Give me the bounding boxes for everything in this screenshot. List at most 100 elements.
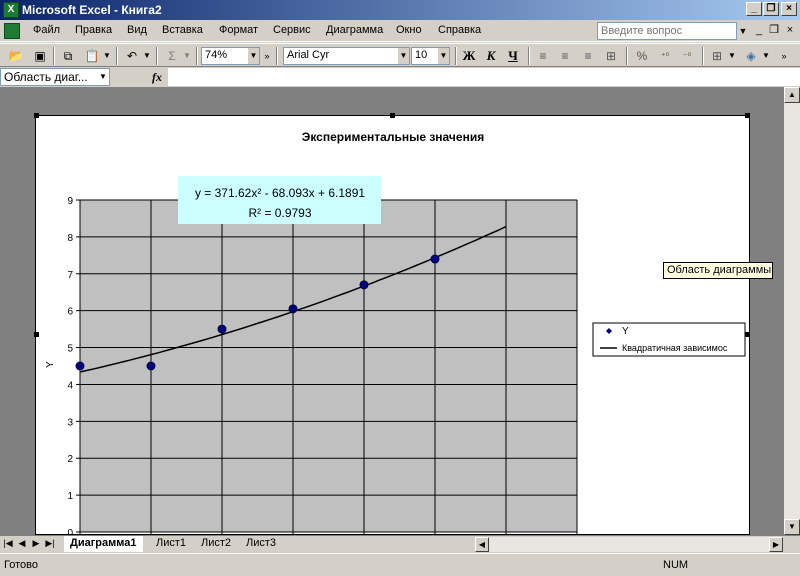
fill-color-icon[interactable]: ◈ bbox=[741, 47, 761, 65]
paste-dropdown-icon[interactable]: ▼ bbox=[102, 47, 112, 65]
percent-style-button[interactable]: % bbox=[632, 47, 652, 65]
document-icon[interactable] bbox=[4, 23, 20, 39]
y-axis-label[interactable]: Y bbox=[45, 361, 56, 368]
more-buttons-icon[interactable]: » bbox=[778, 47, 790, 65]
scroll-left-icon[interactable]: ◀ bbox=[475, 537, 489, 552]
toolbar-separator bbox=[156, 47, 158, 65]
scroll-up-icon[interactable]: ▲ bbox=[784, 87, 800, 103]
menu-window[interactable]: Окно bbox=[396, 24, 422, 36]
chart-area-tooltip: Область диаграммы bbox=[663, 262, 773, 279]
data-point[interactable] bbox=[359, 280, 369, 290]
menu-format[interactable]: Формат bbox=[219, 24, 258, 36]
font-select[interactable]: Arial Cyr ▼ bbox=[283, 47, 410, 65]
help-question-input[interactable] bbox=[597, 22, 737, 40]
standard-toolbar: 📂 ▣ ⧉ 📋 ▼ ↶ ▼ Σ ▼ 74% ▼ » Arial Cyr ▼ 10… bbox=[0, 43, 800, 67]
decrease-decimal-icon[interactable]: ⁻⁰ bbox=[677, 47, 697, 65]
window-title: Microsoft Excel - Книга2 bbox=[22, 3, 162, 17]
zoom-value: 74% bbox=[205, 49, 228, 61]
menu-tools[interactable]: Сервис bbox=[273, 24, 311, 36]
last-sheet-icon[interactable]: ▶| bbox=[44, 538, 56, 549]
y-tick-label: 9 bbox=[67, 196, 73, 207]
bold-button[interactable]: Ж bbox=[459, 47, 479, 65]
undo-dropdown-icon[interactable]: ▼ bbox=[142, 47, 152, 65]
toolbar-separator bbox=[455, 47, 457, 65]
toolbar-separator bbox=[702, 47, 704, 65]
formula-input[interactable] bbox=[168, 68, 800, 86]
menu-help[interactable]: Справка bbox=[438, 24, 481, 36]
undo-icon[interactable]: ↶ bbox=[122, 47, 142, 65]
paste-icon[interactable]: 📋 bbox=[82, 47, 102, 65]
maximize-button[interactable]: ❐ bbox=[763, 2, 779, 16]
menu-view[interactable]: Вид bbox=[127, 24, 147, 36]
horizontal-scrollbar[interactable]: ◀ ▶ bbox=[475, 537, 783, 552]
scroll-right-icon[interactable]: ▶ bbox=[769, 537, 783, 552]
chart-sheet-workspace: Экспериментальные значения 0.150.160.170… bbox=[0, 87, 784, 535]
next-sheet-icon[interactable]: ▶ bbox=[30, 538, 42, 549]
autosum-dropdown-icon[interactable]: ▼ bbox=[182, 47, 192, 65]
y-tick-label: 5 bbox=[67, 344, 73, 355]
doc-minimize-button[interactable]: _ bbox=[752, 23, 766, 37]
data-point[interactable] bbox=[288, 304, 298, 314]
menu-chart[interactable]: Диаграмма bbox=[326, 24, 383, 36]
tab-diagramma1[interactable]: Диаграмма1 bbox=[64, 536, 143, 552]
tab-list3[interactable]: Лист3 bbox=[240, 536, 283, 552]
chevron-down-icon[interactable]: ▼ bbox=[248, 48, 259, 64]
name-box[interactable]: Область диаг... ▼ bbox=[0, 68, 110, 86]
fill-dropdown-icon[interactable]: ▼ bbox=[761, 47, 771, 65]
sheet-tabs-bar: |◀ ◀ ▶ ▶| Диаграмма1 Лист1 Лист2 Лист3 ◀… bbox=[0, 535, 800, 552]
data-point[interactable] bbox=[430, 254, 440, 264]
menu-file[interactable]: Файл bbox=[33, 24, 60, 36]
scroll-down-icon[interactable]: ▼ bbox=[784, 519, 800, 535]
chevron-down-icon[interactable]: ▼ bbox=[398, 48, 409, 64]
data-point[interactable] bbox=[217, 324, 227, 334]
resize-handle[interactable] bbox=[390, 113, 395, 118]
chevron-down-icon[interactable]: ▼ bbox=[438, 48, 449, 64]
vertical-scrollbar[interactable]: ▲ ▼ bbox=[784, 87, 800, 535]
font-size-select[interactable]: 10 ▼ bbox=[411, 47, 450, 65]
zoom-select[interactable]: 74% ▼ bbox=[201, 47, 260, 65]
underline-button[interactable]: Ч bbox=[503, 47, 523, 65]
doc-restore-button[interactable]: ❐ bbox=[767, 23, 781, 37]
open-folder-icon[interactable]: 📂 bbox=[6, 47, 26, 65]
increase-decimal-icon[interactable]: ⁺⁰ bbox=[655, 47, 675, 65]
chart-title[interactable]: Экспериментальные значения bbox=[302, 130, 484, 144]
chart-svg[interactable]: Экспериментальные значения 0.150.160.170… bbox=[36, 116, 751, 535]
resize-handle[interactable] bbox=[34, 332, 39, 337]
menu-insert[interactable]: Вставка bbox=[162, 24, 203, 36]
chevron-down-icon[interactable]: ▼ bbox=[97, 69, 109, 85]
toolbar-separator bbox=[196, 47, 198, 65]
merge-center-icon[interactable]: ⊞ bbox=[601, 47, 621, 65]
data-point[interactable] bbox=[146, 361, 156, 371]
first-sheet-icon[interactable]: |◀ bbox=[2, 538, 14, 549]
name-box-value: Область диаг... bbox=[4, 70, 88, 84]
toolbar-separator bbox=[116, 47, 118, 65]
chart-area[interactable]: Экспериментальные значения 0.150.160.170… bbox=[35, 115, 750, 535]
resize-handle[interactable] bbox=[745, 332, 750, 337]
minimize-button[interactable]: _ bbox=[746, 2, 762, 16]
menu-edit[interactable]: Правка bbox=[75, 24, 112, 36]
align-left-icon[interactable]: ≡ bbox=[533, 47, 553, 65]
autosum-icon[interactable]: Σ bbox=[162, 47, 182, 65]
doc-close-button[interactable]: × bbox=[783, 23, 797, 37]
function-icon[interactable]: fx bbox=[152, 70, 162, 85]
chart-legend[interactable]: Y Квадратичная зависимос bbox=[592, 322, 746, 357]
status-num-lock: NUM bbox=[663, 559, 689, 571]
data-point[interactable] bbox=[75, 361, 85, 371]
italic-button[interactable]: К bbox=[481, 47, 501, 65]
save-icon[interactable]: ▣ bbox=[30, 47, 50, 65]
tab-list1[interactable]: Лист1 bbox=[150, 536, 193, 552]
copy-icon[interactable]: ⧉ bbox=[58, 47, 78, 65]
help-dropdown-arrow[interactable]: ▼ bbox=[737, 22, 749, 40]
resize-handle[interactable] bbox=[745, 113, 750, 118]
prev-sheet-icon[interactable]: ◀ bbox=[16, 538, 28, 549]
more-buttons-icon[interactable]: » bbox=[261, 47, 273, 65]
tab-list2[interactable]: Лист2 bbox=[195, 536, 238, 552]
align-center-icon[interactable]: ≡ bbox=[555, 47, 575, 65]
align-right-icon[interactable]: ≡ bbox=[578, 47, 598, 65]
menu-bar: Файл Правка Вид Вставка Формат Сервис Ди… bbox=[0, 20, 800, 42]
borders-dropdown-icon[interactable]: ▼ bbox=[727, 47, 737, 65]
close-button[interactable]: × bbox=[781, 2, 797, 16]
borders-icon[interactable]: ⊞ bbox=[707, 47, 727, 65]
excel-app-icon[interactable]: X bbox=[3, 2, 19, 18]
resize-handle[interactable] bbox=[34, 113, 39, 118]
